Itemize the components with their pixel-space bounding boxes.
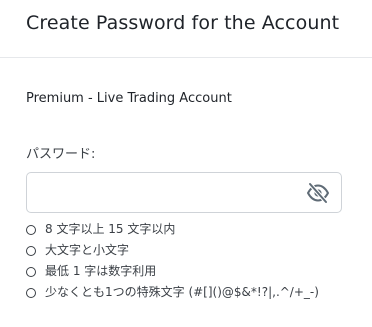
dialog-header: Create Password for the Account: [0, 0, 372, 58]
circle-outline-icon: [26, 246, 36, 256]
requirement-text: 8 文字以上 15 文字以内: [45, 222, 176, 236]
password-label: パスワード:: [26, 147, 96, 162]
circle-outline-icon: [26, 288, 36, 298]
requirement-text: 少なくとも1つの特殊文字 (#[]()@$&*!?|,.^/+_-): [45, 285, 319, 299]
page-title: Create Password for the Account: [26, 12, 340, 34]
password-input[interactable]: [37, 173, 297, 212]
eye-slash-icon[interactable]: [306, 182, 330, 204]
circle-outline-icon: [26, 267, 36, 277]
requirement-text: 最低 1 字は数字利用: [45, 264, 157, 278]
account-name: Premium - Live Trading Account: [26, 91, 232, 106]
password-field[interactable]: [26, 172, 342, 213]
requirement-text: 大文字と小文字: [45, 243, 130, 257]
circle-outline-icon: [26, 225, 36, 235]
